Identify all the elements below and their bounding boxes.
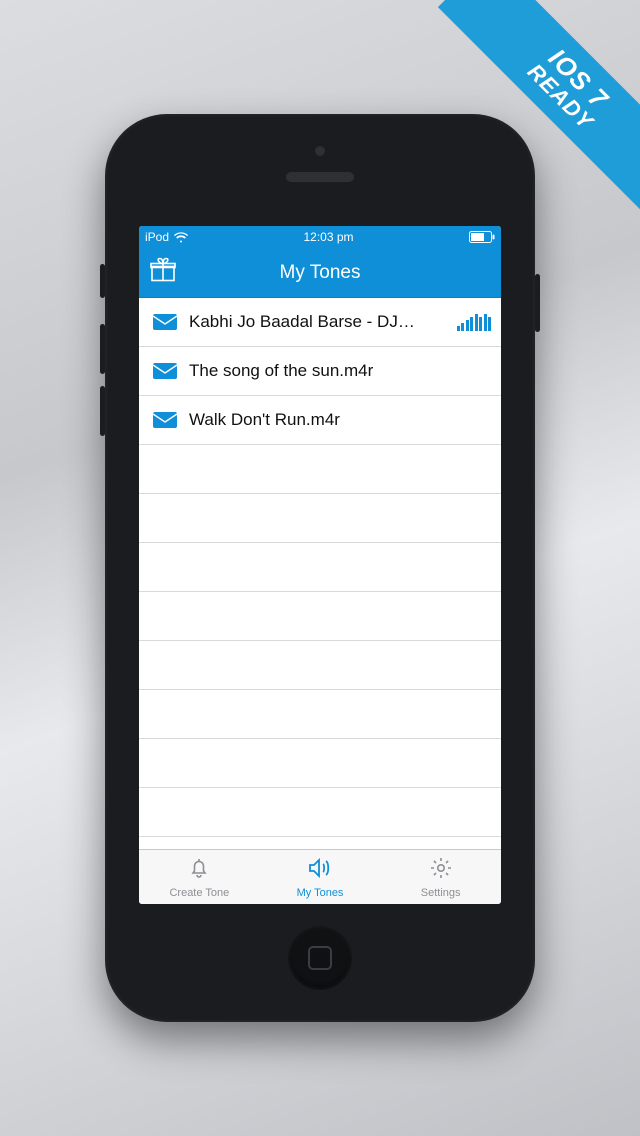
list-item [139, 592, 501, 641]
tone-title: Walk Don't Run.m4r [179, 410, 491, 430]
tone-title: The song of the sun.m4r [179, 361, 491, 381]
tab-settings[interactable]: Settings [380, 850, 501, 904]
carrier-label: iPod [145, 230, 169, 244]
status-bar: iPod 12:03 pm [139, 226, 501, 248]
list-item [139, 494, 501, 543]
list-item [139, 788, 501, 837]
equalizer-icon [453, 313, 492, 331]
tab-create-tone[interactable]: Create Tone [139, 850, 260, 904]
list-item [139, 543, 501, 592]
list-item [139, 739, 501, 788]
tab-my-tones[interactable]: My Tones [260, 850, 381, 904]
device-side-button [100, 264, 105, 298]
speaker-icon [307, 856, 333, 885]
tone-title: Kabhi Jo Baadal Barse - DJ… [179, 312, 453, 332]
home-button[interactable] [288, 926, 352, 990]
list-item [139, 690, 501, 739]
mail-icon [151, 363, 179, 379]
mail-icon [151, 412, 179, 428]
battery-icon [469, 231, 495, 243]
wifi-icon [174, 232, 188, 243]
tone-row[interactable]: Kabhi Jo Baadal Barse - DJ… [139, 298, 501, 347]
device-camera [315, 146, 325, 156]
tab-bar: Create Tone My Tones [139, 849, 501, 904]
page-title: My Tones [280, 262, 361, 284]
tab-label: Create Tone [169, 887, 229, 899]
list-item [139, 445, 501, 494]
tone-row[interactable]: The song of the sun.m4r [139, 347, 501, 396]
screen: iPod 12:03 pm [139, 226, 501, 904]
mail-icon [151, 314, 179, 330]
device-speaker [286, 172, 354, 182]
gift-icon[interactable] [149, 257, 177, 288]
tones-list[interactable]: Kabhi Jo Baadal Barse - DJ… The song of t… [139, 298, 501, 849]
gear-icon [429, 856, 453, 885]
device-side-button [100, 324, 105, 374]
list-item [139, 641, 501, 690]
tab-label: My Tones [297, 887, 344, 899]
clock-label: 12:03 pm [303, 230, 353, 244]
device-frame: iPod 12:03 pm [105, 114, 535, 1022]
bell-icon [187, 856, 211, 885]
device-side-button [535, 274, 540, 332]
device-side-button [100, 386, 105, 436]
nav-bar: My Tones [139, 248, 501, 298]
tab-label: Settings [421, 887, 461, 899]
tone-row[interactable]: Walk Don't Run.m4r [139, 396, 501, 445]
